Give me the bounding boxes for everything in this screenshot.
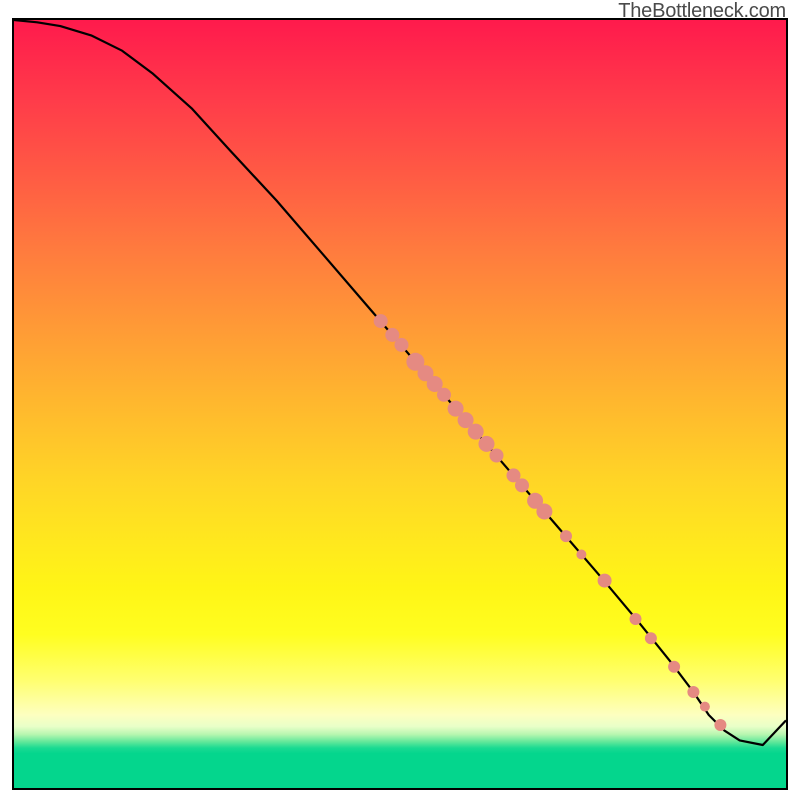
chart-curve-line	[14, 20, 786, 745]
chart-marker	[560, 530, 572, 542]
chart-marker	[668, 661, 680, 673]
chart-marker	[468, 424, 484, 440]
chart-marker	[515, 478, 529, 492]
chart-marker	[490, 449, 504, 463]
chart-marker	[630, 613, 642, 625]
chart-marker	[645, 632, 657, 644]
chart-marker	[687, 686, 699, 698]
chart-marker	[479, 436, 495, 452]
chart-marker	[437, 388, 451, 402]
chart-marker	[700, 702, 710, 712]
chart-marker	[536, 504, 552, 520]
chart-marker-group	[374, 314, 727, 731]
chart-marker	[598, 574, 612, 588]
chart-marker	[395, 338, 409, 352]
chart-marker	[576, 550, 586, 560]
chart-svg-layer	[14, 20, 786, 788]
chart-marker	[714, 719, 726, 731]
chart-frame	[12, 18, 788, 790]
chart-marker	[374, 314, 388, 328]
